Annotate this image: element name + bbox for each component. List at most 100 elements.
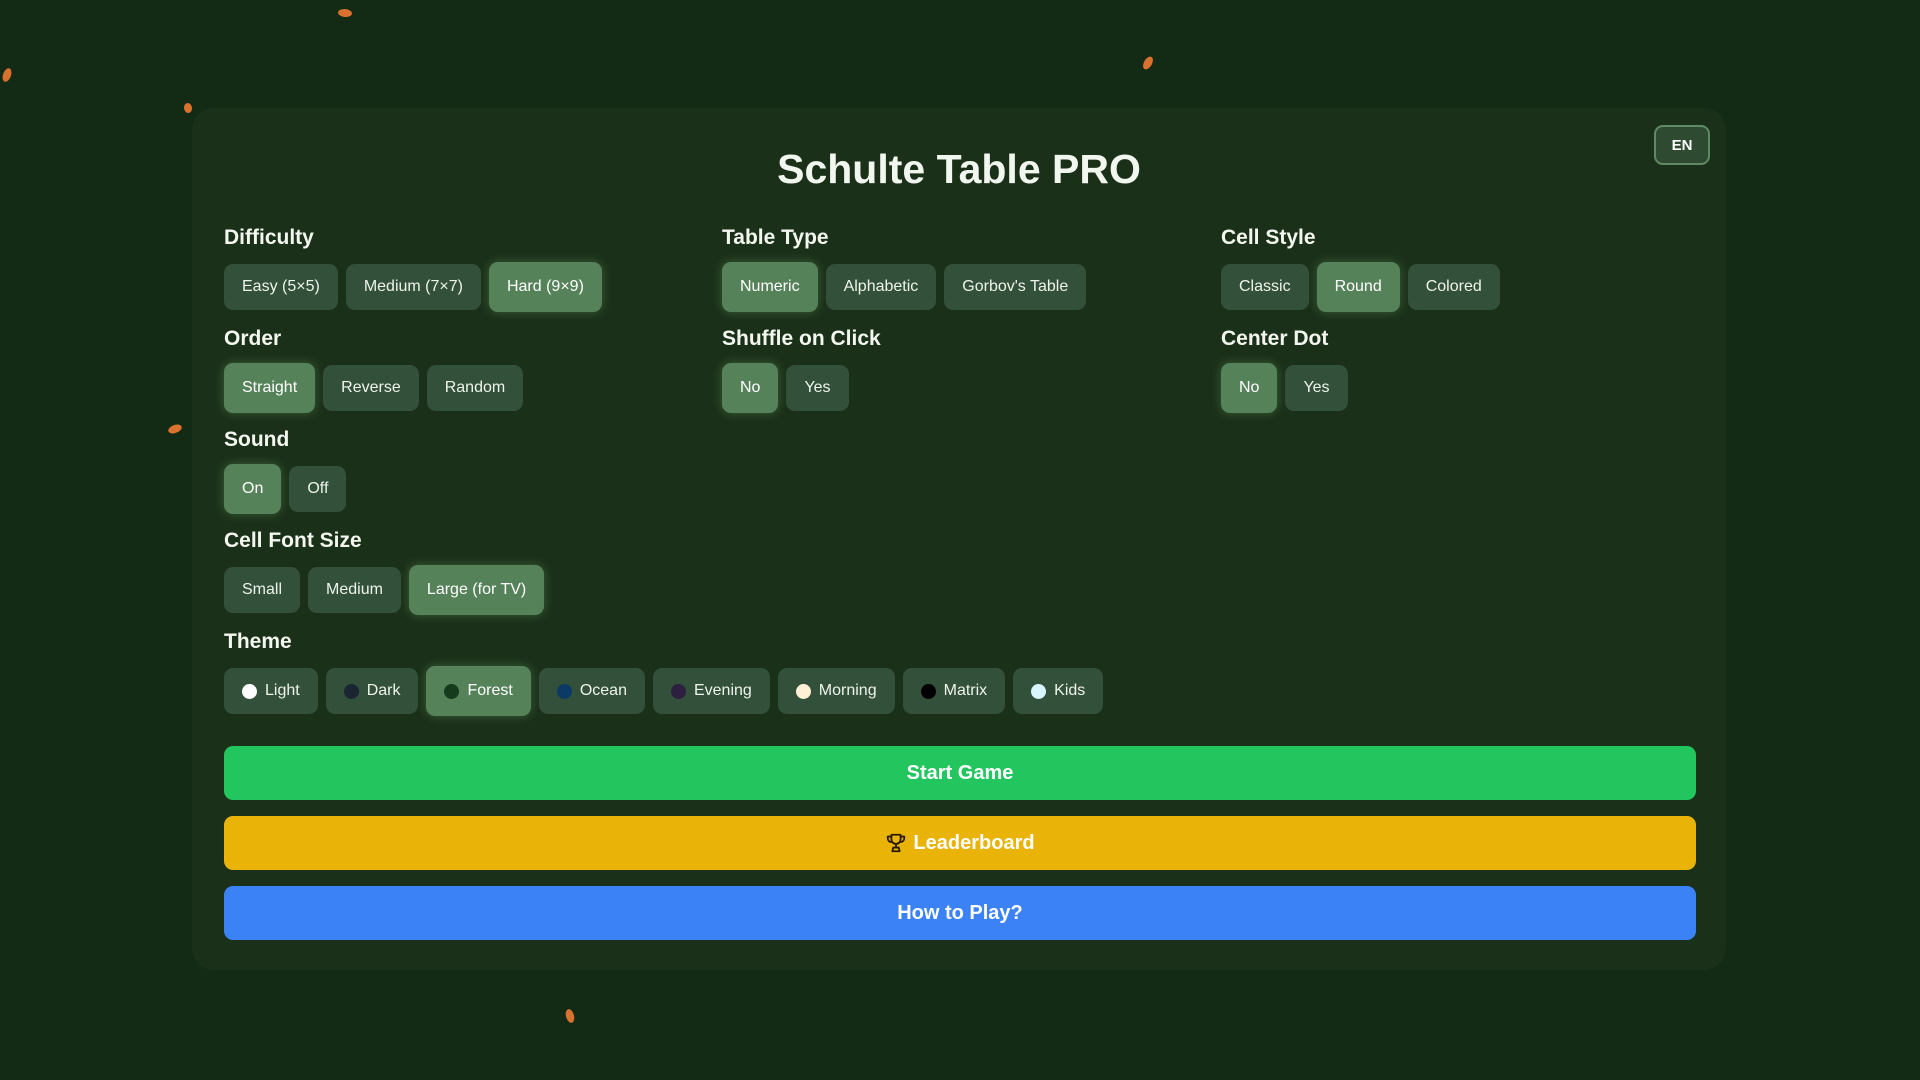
theme-option-matrix[interactable]: Matrix (902, 668, 1006, 714)
difficulty-option-hard-9-9[interactable]: Hard (9×9) (488, 262, 602, 312)
option-label: Hard (9×9) (506, 278, 584, 295)
shuffle-label: Shuffle on Click (722, 327, 881, 350)
trophy-icon (885, 832, 907, 854)
difficulty-label: Difficulty (224, 226, 314, 249)
font-size-option-large-for-tv[interactable]: Large (for TV) (408, 565, 545, 615)
option-label: Off (307, 480, 329, 497)
center-dot-section: Center Dot No Yes (1221, 326, 1348, 413)
font-size-option-medium[interactable]: Medium (308, 567, 401, 613)
theme-color-dot-icon (444, 683, 460, 699)
sound-section: Sound On Off (224, 427, 347, 514)
option-label: No (740, 379, 761, 396)
shuffle-option-no[interactable]: No (722, 363, 779, 413)
cell-style-label: Cell Style (1221, 226, 1316, 249)
option-label: Gorbov's Table (962, 278, 1069, 295)
order-option-random[interactable]: Random (426, 365, 524, 411)
font-size-options: Small Medium Large (for TV) (224, 565, 545, 615)
option-label: Medium (326, 581, 383, 598)
page-title: Schulte Table PRO (777, 146, 1141, 192)
theme-color-dot-icon (795, 683, 811, 699)
leaf-decoration (1141, 54, 1155, 72)
difficulty-option-medium-7-7[interactable]: Medium (7×7) (345, 264, 481, 310)
theme-options: Light Dark Forest Ocean Evening Morning Matrix… (224, 666, 1104, 716)
option-label: Ocean (579, 682, 627, 699)
theme-option-morning[interactable]: Morning (777, 668, 895, 714)
settings-panel: EN Schulte Table PRO Difficulty Easy (5×… (192, 108, 1726, 970)
font-size-option-small[interactable]: Small (224, 567, 301, 613)
cell-style-option-colored[interactable]: Colored (1407, 264, 1500, 310)
theme-option-evening[interactable]: Evening (652, 668, 770, 714)
difficulty-option-easy-5-5[interactable]: Easy (5×5) (224, 264, 338, 310)
option-label: No (1239, 379, 1260, 396)
theme-option-forest[interactable]: Forest (426, 666, 531, 716)
order-options: Straight Reverse Random (224, 363, 524, 413)
leaf-decoration (167, 422, 183, 436)
option-label: Straight (242, 379, 298, 396)
cell-style-option-round[interactable]: Round (1316, 262, 1400, 312)
order-label: Order (224, 327, 282, 350)
sound-options: On Off (224, 464, 347, 514)
option-label: Evening (693, 682, 752, 699)
center-dot-option-yes[interactable]: Yes (1285, 365, 1348, 411)
option-label: Medium (7×7) (363, 278, 463, 295)
difficulty-section: Difficulty Easy (5×5) Medium (7×7) Hard (9… (224, 225, 602, 312)
theme-color-dot-icon (556, 683, 572, 699)
leaderboard-button[interactable]: Leaderboard (224, 816, 1696, 870)
sound-label: Sound (224, 428, 290, 451)
sound-option-off[interactable]: Off (289, 466, 347, 512)
center-dot-options: No Yes (1221, 363, 1348, 413)
leaf-decoration (0, 67, 14, 83)
cell-style-options: Classic Round Colored (1221, 262, 1500, 312)
theme-color-dot-icon (1031, 683, 1047, 699)
option-label: Light (265, 682, 300, 699)
sound-option-on[interactable]: On (224, 464, 282, 514)
shuffle-option-yes[interactable]: Yes (786, 365, 849, 411)
option-label: Matrix (943, 682, 988, 699)
shuffle-options: No Yes (722, 363, 881, 413)
option-label: Morning (818, 682, 877, 699)
cell-style-section: Cell Style Classic Round Colored (1221, 225, 1500, 312)
option-label: Forest (467, 682, 513, 699)
option-label: Classic (1239, 278, 1291, 295)
option-label: Dark (366, 682, 401, 699)
option-label: Large (for TV) (426, 581, 527, 598)
theme-color-dot-icon (670, 683, 686, 699)
option-label: Easy (5×5) (242, 278, 320, 295)
table-type-option-gorbov-s-table[interactable]: Gorbov's Table (944, 264, 1087, 310)
option-label: Colored (1425, 278, 1482, 295)
theme-option-ocean[interactable]: Ocean (538, 668, 645, 714)
table-type-options: Numeric Alphabetic Gorbov's Table (722, 262, 1087, 312)
option-label: Round (1334, 278, 1382, 295)
option-label: Random (444, 379, 506, 396)
shuffle-section: Shuffle on Click No Yes (722, 326, 881, 413)
theme-option-light[interactable]: Light (224, 668, 318, 714)
leaf-decoration (337, 8, 353, 18)
start-game-button[interactable]: Start Game (224, 746, 1696, 800)
table-type-option-numeric[interactable]: Numeric (722, 262, 818, 312)
option-label: Kids (1054, 682, 1086, 699)
leaf-decoration (183, 102, 193, 114)
order-option-straight[interactable]: Straight (224, 363, 316, 413)
option-label: Yes (804, 379, 831, 396)
how-to-play-label: How to Play? (897, 901, 1023, 924)
option-label: On (242, 480, 264, 497)
theme-color-dot-icon (343, 683, 359, 699)
font-size-section: Cell Font Size Small Medium Large (for TV) (224, 528, 545, 615)
option-label: Alphabetic (843, 278, 919, 295)
theme-color-dot-icon (242, 683, 257, 699)
leaderboard-label: Leaderboard (913, 831, 1035, 854)
theme-section: Theme Light Dark Forest Ocean Evening Morning… (224, 629, 1104, 716)
center-dot-option-no[interactable]: No (1221, 363, 1278, 413)
option-label: Small (242, 581, 283, 598)
theme-option-dark[interactable]: Dark (325, 668, 419, 714)
cell-style-option-classic[interactable]: Classic (1221, 264, 1309, 310)
theme-option-kids[interactable]: Kids (1013, 668, 1104, 714)
start-game-label: Start Game (906, 761, 1014, 784)
order-option-reverse[interactable]: Reverse (323, 365, 419, 411)
font-size-label: Cell Font Size (224, 529, 362, 552)
theme-label: Theme (224, 630, 292, 653)
option-label: Numeric (740, 278, 800, 295)
option-label: Reverse (341, 379, 401, 396)
table-type-option-alphabetic[interactable]: Alphabetic (825, 264, 937, 310)
how-to-play-button[interactable]: How to Play? (224, 886, 1696, 940)
